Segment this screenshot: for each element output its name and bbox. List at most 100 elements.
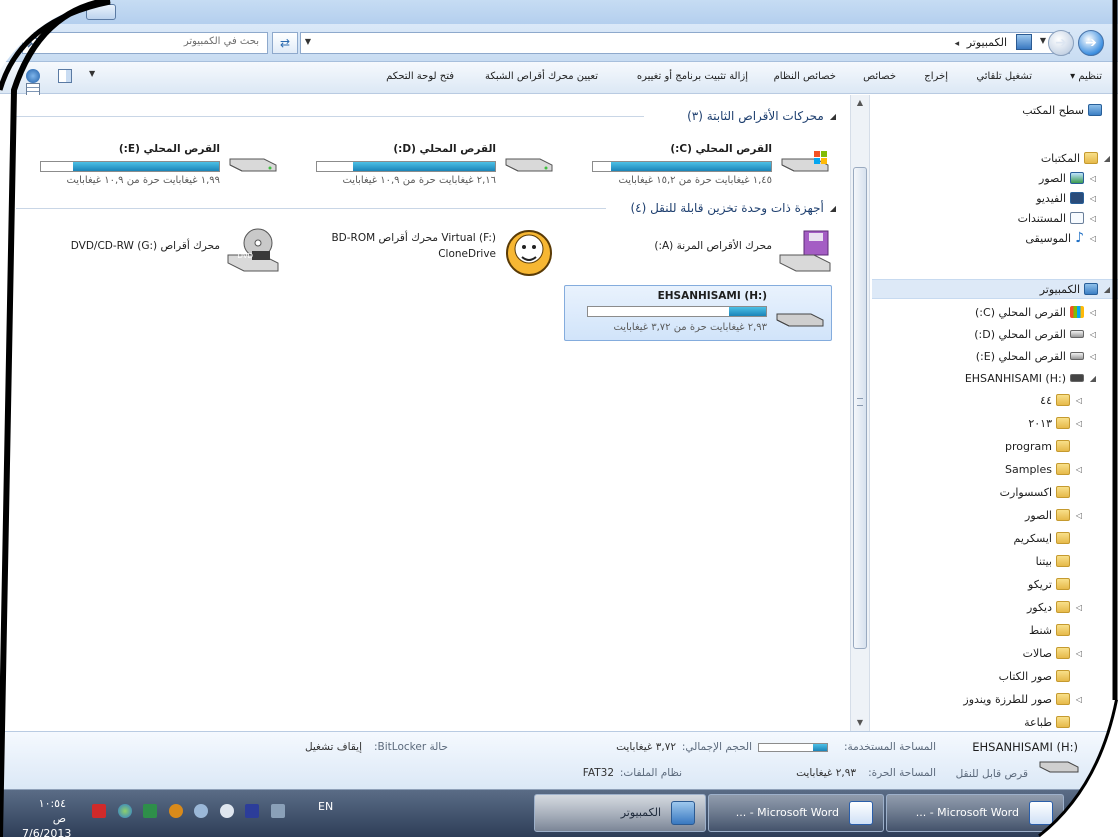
nav-folder[interactable]: ◁ ٢٠١٣: [1028, 414, 1084, 432]
nav-drive-e[interactable]: ◁ القرص المحلي (E:): [976, 347, 1098, 365]
nav-folder[interactable]: اكسسوارت: [1000, 483, 1070, 501]
properties-button[interactable]: خصائص: [863, 71, 896, 82]
nav-folder[interactable]: ◁ ديكور: [1027, 598, 1084, 616]
drive-e-usage-bar: [40, 161, 220, 172]
tray-app-icon[interactable]: [168, 804, 183, 818]
hdd-group-header[interactable]: ◢ محركات الأقراص الثابتة (٣): [687, 107, 836, 125]
nav-drive-c[interactable]: ◁ القرص المحلي (C:): [975, 303, 1098, 321]
vertical-scrollbar[interactable]: ▲ ▼: [850, 95, 870, 731]
computer-small-icon: [1016, 34, 1032, 50]
view-dropdown-icon[interactable]: ▼: [89, 69, 97, 83]
system-properties-button[interactable]: خصائص النظام: [774, 71, 836, 82]
explorer-window: بحث في الكمبيوتر ⇄ الكمبيوتر ◂ ▼ ➔ ➔ ▼ ت…: [0, 0, 1118, 837]
drive-e-tile[interactable]: القرص المحلي (E:) ١,٩٩ غيغابايت حرة من ١…: [14, 137, 284, 189]
back-button[interactable]: ➔: [1078, 30, 1104, 56]
collapse-icon: ◢: [829, 111, 836, 121]
floppy-drive-tile[interactable]: محرك الأقراص المرنة (A:): [566, 223, 836, 283]
scroll-up-arrow[interactable]: ▲: [851, 95, 869, 111]
preview-pane-icon[interactable]: [57, 69, 72, 83]
refresh-icon: ⇄: [279, 36, 291, 50]
dvd-drive-icon: DVD: [227, 228, 279, 272]
nav-folder[interactable]: بيتنا: [1036, 552, 1070, 570]
word-icon: [849, 801, 873, 825]
taskbar-word-1[interactable]: Microsoft Word - ...: [886, 794, 1064, 832]
nav-drive-d[interactable]: ◁ القرص المحلي (D:): [974, 325, 1098, 343]
nav-folder-label: شنط: [1029, 623, 1052, 637]
details-bitlocker-value: إيقاف تشغيل: [304, 741, 362, 753]
help-icon[interactable]: [26, 69, 40, 83]
volume-icon[interactable]: [219, 804, 234, 818]
control-panel-button[interactable]: فتح لوحة التحكم: [386, 71, 454, 82]
address-bar[interactable]: الكمبيوتر ◂: [300, 32, 1070, 54]
address-chevron-icon: ◂: [954, 39, 960, 49]
nav-documents-label: المستندات: [1017, 211, 1066, 225]
nav-folder-label: صور للطرزة ويندوز: [963, 692, 1052, 706]
nav-drive-h[interactable]: ◢ EHSANHISAMI (H:): [965, 369, 1098, 387]
autoplay-button[interactable]: تشغيل تلقائي: [976, 71, 1032, 82]
dvd-drive-tile[interactable]: DVD محرك أقراص DVD/CD-RW (G:): [14, 223, 284, 283]
antivirus-icon[interactable]: [92, 804, 106, 818]
refresh-button[interactable]: ⇄: [272, 32, 298, 54]
details-used-label: المساحة المستخدمة:: [843, 741, 936, 753]
network-globe-icon[interactable]: [117, 804, 132, 818]
nav-libraries[interactable]: ◢ المكتبات: [1041, 149, 1112, 167]
window-button[interactable]: [86, 4, 116, 20]
nav-folder[interactable]: ◁ صالات: [1023, 644, 1084, 662]
nav-folder[interactable]: ◁ الصور: [1025, 506, 1084, 524]
drive-d-tile[interactable]: القرص المحلي (D:) ٢,١٦ غيغابايت حرة من ١…: [290, 137, 560, 189]
nav-folder[interactable]: شنط: [1029, 621, 1070, 639]
nav-folder[interactable]: صور الكتاب: [999, 667, 1070, 685]
uninstall-button[interactable]: إزالة تثبيت برنامج أو تغييره: [637, 71, 748, 82]
folder-icon: [1056, 440, 1070, 452]
forward-button[interactable]: ➔: [1048, 30, 1074, 56]
scroll-down-arrow[interactable]: ▼: [851, 715, 869, 731]
back-arrow-icon: ➔: [1085, 35, 1097, 51]
nav-desktop[interactable]: سطح المكتب: [1022, 101, 1102, 119]
organize-button[interactable]: تنظيم ▾: [1070, 71, 1102, 82]
nav-drive-h-label: EHSANHISAMI (H:): [964, 371, 1066, 385]
tray-app-icon[interactable]: [143, 804, 157, 818]
nav-folder[interactable]: ◁ Samples: [1005, 460, 1084, 478]
search-input[interactable]: بحث في الكمبيوتر: [22, 32, 268, 54]
nav-pictures[interactable]: ◁ الصور: [1039, 169, 1098, 187]
nav-folder[interactable]: ◁ صور للطرزة ويندوز: [963, 690, 1084, 708]
video-icon: [1070, 192, 1084, 204]
drive-c-tile[interactable]: القرص المحلي (C:) ١,٤٥ غيغابايت حرة من ١…: [566, 137, 836, 189]
address-path: الكمبيوتر: [966, 36, 1007, 49]
nav-folder[interactable]: ايسكريم: [1014, 529, 1070, 547]
nav-music[interactable]: ◁ ♪ الموسيقى: [1025, 229, 1098, 247]
nav-video[interactable]: ◁ الفيديو: [1036, 189, 1098, 207]
network-icon[interactable]: [270, 804, 285, 818]
nav-documents[interactable]: ◁ المستندات: [1018, 209, 1098, 227]
collapsed-triangle-icon: ◁: [1089, 173, 1097, 183]
drive-d-usage-bar: [316, 161, 496, 172]
clock-time: ١٠:٥٤ ص: [38, 797, 66, 825]
removable-group-header[interactable]: ◢ أجهزة ذات وحدة تخزين قابلة للنقل (٤): [630, 199, 836, 217]
taskbar-computer[interactable]: الكمبيوتر: [534, 794, 706, 832]
group-divider: [16, 116, 644, 117]
map-drive-button[interactable]: تعيين محرك أقراص الشبكة: [485, 71, 598, 82]
eject-button[interactable]: إخراج: [924, 71, 948, 82]
search-placeholder: بحث في الكمبيوتر: [183, 36, 259, 47]
tray-app-icon[interactable]: [194, 804, 208, 818]
address-dropdown-button[interactable]: ▼: [300, 32, 316, 54]
nav-folder[interactable]: program: [1005, 437, 1070, 455]
virtual-drive-tile[interactable]: Virtual (F:) محرك أقراص BD-ROM CloneDriv…: [290, 223, 560, 283]
nav-folder[interactable]: تريكو: [1028, 575, 1070, 593]
nav-folder[interactable]: طباعة: [1024, 713, 1070, 731]
nav-folder-label: ٤٤: [1040, 393, 1052, 407]
folder-icon: [1056, 716, 1070, 728]
clock[interactable]: ١٠:٥٤ ص 7/6/2013: [22, 796, 71, 837]
nav-computer[interactable]: ◢ الكمبيوتر: [1040, 280, 1112, 298]
drive-d-name: القرص المحلي (D:): [393, 143, 496, 155]
nav-folder[interactable]: ◁ ٤٤: [1040, 391, 1084, 409]
computer-icon: [671, 801, 695, 825]
taskbar-word-2[interactable]: Microsoft Word - ...: [708, 794, 884, 832]
recent-pages-button[interactable]: ▼: [1040, 36, 1046, 45]
hard-drive-icon: [229, 158, 277, 172]
tray-app-icon[interactable]: [245, 804, 259, 818]
scroll-thumb[interactable]: [853, 167, 867, 649]
usb-drive-tile[interactable]: EHSANHISAMI (H:) ٢,٩٣ غيغابايت حرة من ٣,…: [564, 285, 832, 341]
collapsed-triangle-icon: ◁: [1075, 395, 1083, 405]
details-free-label: المساحة الحرة:: [868, 767, 936, 779]
